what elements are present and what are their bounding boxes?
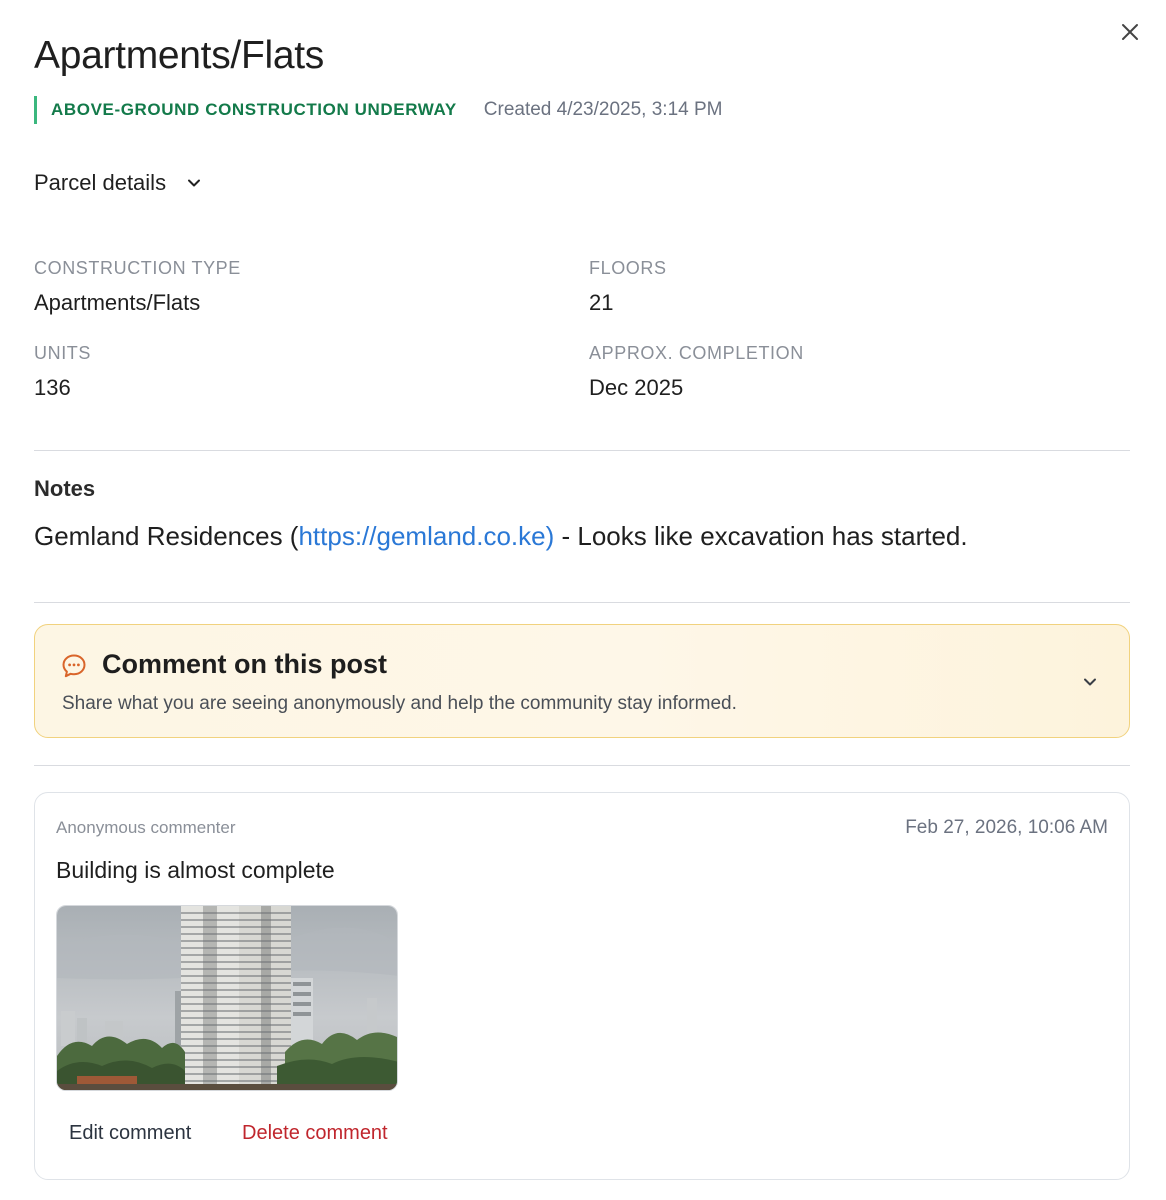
notes-link[interactable]: https://gemland.co.ke) [298, 521, 554, 551]
close-button[interactable] [1116, 18, 1144, 46]
comment-author: Anonymous commenter [56, 818, 236, 837]
construction-type-value: Apartments/Flats [34, 290, 201, 315]
notes-text-before: Gemland Residences ( [34, 521, 299, 551]
comment-prompt-card[interactable]: Comment on this post Share what you are … [34, 624, 1130, 738]
notes-heading: Notes [34, 476, 96, 501]
floors-field: FLOORS 21 [589, 258, 667, 316]
comment-prompt-subtext: Share what you are seeing anonymously an… [62, 693, 737, 714]
close-icon [1122, 24, 1138, 40]
completion-value: Dec 2025 [589, 375, 684, 400]
comment-body: Building is almost complete [56, 857, 335, 883]
completion-label: APPROX. COMPLETION [589, 343, 804, 363]
divider [34, 450, 1130, 451]
status-badge: ABOVE-GROUND CONSTRUCTION UNDERWAY [51, 100, 457, 119]
parcel-details-toggle[interactable]: Parcel details [34, 170, 204, 196]
floors-value: 21 [589, 290, 614, 315]
parcel-details-label: Parcel details [34, 170, 167, 195]
comment-timestamp: Feb 27, 2026, 10:06 AM [905, 817, 1108, 838]
edit-comment-button[interactable]: Edit comment [69, 1122, 191, 1145]
construction-type-label: CONSTRUCTION TYPE [34, 258, 241, 278]
chevron-down-icon[interactable] [1079, 671, 1101, 698]
notes-text-after: - Looks like excavation has started. [554, 521, 968, 551]
notes-text: Gemland Residences (https://gemland.co.k… [34, 521, 968, 552]
chat-bubble-icon [61, 653, 87, 684]
units-label: UNITS [34, 343, 91, 363]
units-value: 136 [34, 375, 71, 400]
units-field: UNITS 136 [34, 343, 91, 401]
delete-comment-button[interactable]: Delete comment [242, 1122, 388, 1145]
comment-card: Anonymous commenter Feb 27, 2026, 10:06 … [34, 792, 1130, 1180]
status-row: ABOVE-GROUND CONSTRUCTION UNDERWAY Creat… [34, 96, 722, 124]
status-indicator-bar [34, 96, 37, 124]
comment-prompt-heading: Comment on this post [102, 649, 387, 679]
comment-photo[interactable] [56, 905, 398, 1091]
floors-label: FLOORS [589, 258, 667, 278]
divider [34, 602, 1130, 603]
page-title: Apartments/Flats [34, 34, 324, 77]
construction-type-field: CONSTRUCTION TYPE Apartments/Flats [34, 258, 241, 316]
completion-field: APPROX. COMPLETION Dec 2025 [589, 343, 804, 401]
chevron-down-icon [184, 173, 204, 193]
divider [34, 765, 1130, 766]
created-timestamp: Created 4/23/2025, 3:14 PM [483, 99, 723, 120]
